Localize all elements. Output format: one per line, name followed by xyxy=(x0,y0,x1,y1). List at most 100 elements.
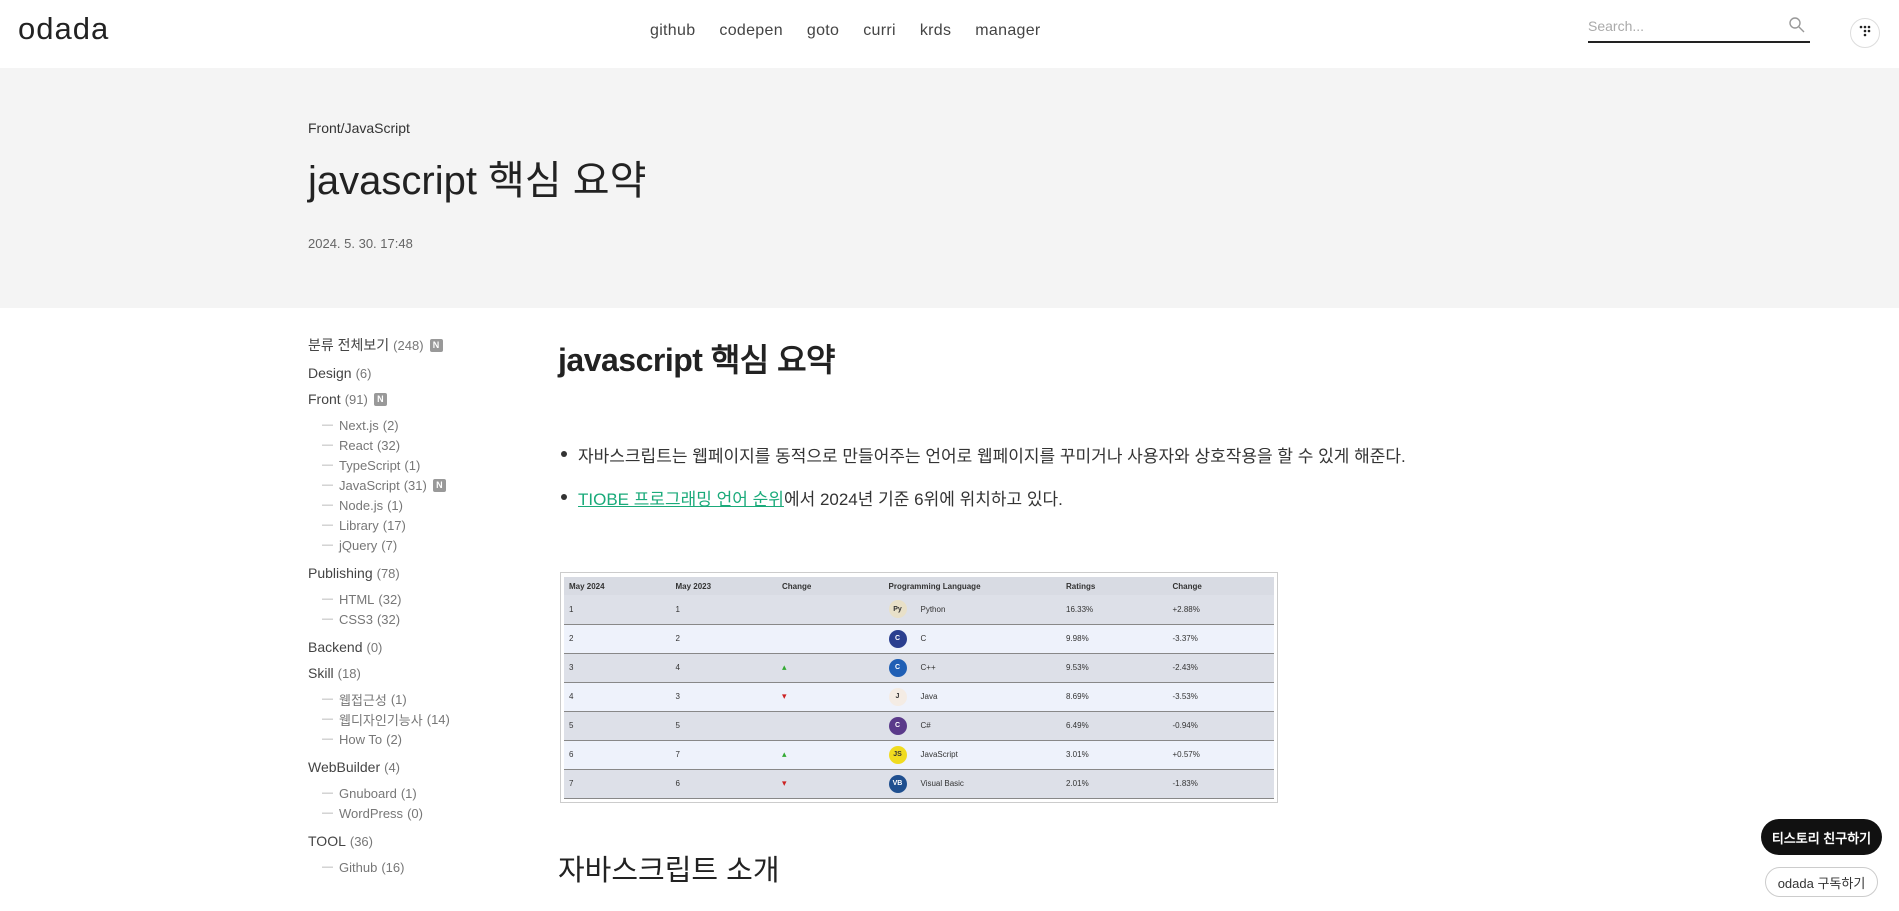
ratings-cell: 16.33% xyxy=(1061,595,1168,625)
category-link[interactable]: Design (6) xyxy=(308,365,528,381)
subcategory-label: Node.js xyxy=(339,497,384,513)
category-link[interactable]: Publishing (78) xyxy=(308,565,528,581)
subcategory-count: (2) xyxy=(386,731,403,747)
category-group: Skill (18) — 웹접근성 (1) — 웹디자인기능사 (14) — How To (2) xyxy=(308,665,528,749)
subcategory-link[interactable]: — 웹접근성 (1) xyxy=(322,689,528,709)
category-group: Backend (0) xyxy=(308,639,528,655)
tistory-friend-button[interactable]: 티스토리 친구하기 xyxy=(1761,819,1882,855)
category-link[interactable]: WebBuilder (4) xyxy=(308,759,528,775)
category-link[interactable]: Front (91) N xyxy=(308,391,528,407)
tiobe-ranking-link[interactable]: TIOBE 프로그래밍 언어 순위 xyxy=(578,490,784,509)
rank-2023-cell: 6 xyxy=(670,769,777,799)
dash-icon: — xyxy=(322,519,333,531)
nav-link-manager[interactable]: manager xyxy=(975,22,1040,40)
subscribe-button[interactable]: odada 구독하기 xyxy=(1765,867,1878,897)
category-group: Design (6) xyxy=(308,365,528,381)
category-label: TOOL xyxy=(308,833,346,849)
post-hero: Front/JavaScript javascript 핵심 요약 2024. … xyxy=(0,68,1899,308)
nav-link-goto[interactable]: goto xyxy=(807,22,839,40)
column-header: Ratings xyxy=(1061,577,1168,595)
table-row: 6 7 ▴ JS JavaScript 3.01% +0.57% xyxy=(564,740,1274,770)
nav-link-krds[interactable]: krds xyxy=(920,22,951,40)
python-icon: Py xyxy=(888,600,907,619)
subcategory-label: 웹접근성 xyxy=(339,692,387,708)
subcategory-link[interactable]: — Library (17) xyxy=(322,515,528,535)
subcategory-link[interactable]: — CSS3 (32) xyxy=(322,609,528,629)
article-content: javascript 핵심 요약 자바스크립트는 웹페이지를 동적으로 만들어주… xyxy=(558,335,1558,887)
subcategory-count: (1) xyxy=(404,457,421,473)
arrow-up-icon: ▴ xyxy=(782,662,787,672)
search-icon[interactable] xyxy=(1788,16,1806,34)
category-label: Skill xyxy=(308,665,334,681)
column-header: Programming Language xyxy=(883,577,1061,595)
column-header: May 2024 xyxy=(564,577,671,595)
rank-2023-cell: 1 xyxy=(670,595,777,625)
rank-2024-cell: 1 xyxy=(564,595,671,625)
dash-icon: — xyxy=(322,439,333,451)
subcategory-count: (31) xyxy=(403,477,427,493)
category-group: 분류 전체보기 (248) N xyxy=(308,335,528,355)
bullet-text: 에서 2024년 기준 6위에 위치하고 있다. xyxy=(783,490,1063,509)
category-link[interactable]: 분류 전체보기 (248) N xyxy=(308,335,528,355)
subcategory-label: 웹디자인기능사 xyxy=(339,712,423,728)
dash-icon: — xyxy=(322,419,333,431)
category-label: Publishing xyxy=(308,565,373,581)
subcategory-count: (0) xyxy=(407,805,423,821)
language-name: JavaScript xyxy=(920,750,958,759)
subcategory-count: (2) xyxy=(382,417,399,433)
subcategory-link[interactable]: — TypeScript (1) xyxy=(322,455,528,475)
subcategory-label: Library xyxy=(339,517,379,533)
subcategory-link[interactable]: — 웹디자인기능사 (14) xyxy=(322,709,528,729)
subcategory-link[interactable]: — JavaScript (31) N xyxy=(322,475,528,495)
dash-icon: — xyxy=(322,693,333,705)
subcategory-link[interactable]: — React (32) xyxy=(322,435,528,455)
subcategory-link[interactable]: — Next.js (2) xyxy=(322,415,528,435)
trend-cell: ▾ xyxy=(777,682,884,712)
category-group: Front (91) N — Next.js (2) — React (32) — TypeScri… xyxy=(308,391,528,555)
nav-link-curri[interactable]: curri xyxy=(863,22,896,40)
category-link[interactable]: TOOL (36) xyxy=(308,833,528,849)
ratings-cell: 6.49% xyxy=(1061,711,1168,741)
subcategory-label: How To xyxy=(339,731,383,747)
category-count: (36) xyxy=(349,833,373,849)
language-cell: CC xyxy=(883,624,1061,654)
subcategory-link[interactable]: — How To (2) xyxy=(322,729,528,749)
rank-2023-cell: 4 xyxy=(670,653,777,683)
table-row: 5 5 C C# 6.49% -0.94% xyxy=(564,711,1274,741)
subcategory-link[interactable]: — WordPress (0) xyxy=(322,803,528,823)
language-name: C# xyxy=(920,721,931,730)
subcategory-count: (32) xyxy=(376,611,401,627)
category-group: Publishing (78) — HTML (32) — CSS3 (32) xyxy=(308,565,528,629)
main-nav: github codepen goto curri krds manager xyxy=(650,22,1065,40)
subcategory-link[interactable]: — jQuery (7) xyxy=(322,535,528,555)
subcategory-label: WordPress xyxy=(339,805,404,821)
nav-link-github[interactable]: github xyxy=(650,22,695,40)
search-input[interactable] xyxy=(1588,14,1778,38)
table-row: 3 4 ▴ C C++ 9.53% -2.43% xyxy=(564,653,1274,683)
subcategory-link[interactable]: — HTML (32) xyxy=(322,589,528,609)
menu-button[interactable] xyxy=(1850,18,1880,48)
subcategory-link[interactable]: — Github (16) xyxy=(322,857,528,877)
nav-link-codepen[interactable]: codepen xyxy=(719,22,783,40)
column-header: May 2023 xyxy=(670,577,777,595)
dash-icon: — xyxy=(322,539,333,551)
change-cell: +0.57% xyxy=(1167,740,1274,770)
tiobe-table-image: May 2024 May 2023 Change Programming Lan… xyxy=(560,572,1278,803)
post-date: 2024. 5. 30. 17:48 xyxy=(308,236,413,251)
rank-2024-cell: 7 xyxy=(564,769,671,799)
rank-2023-cell: 3 xyxy=(670,682,777,712)
site-logo[interactable]: odada xyxy=(18,11,109,47)
rank-2024-cell: 5 xyxy=(564,711,671,741)
table-row: 7 6 ▾ VB Visual Basic 2.01% -1.83% xyxy=(564,769,1274,799)
subcategory-label: TypeScript xyxy=(339,457,401,473)
subcategory-link[interactable]: — Node.js (1) xyxy=(322,495,528,515)
subcategory-label: React xyxy=(339,437,373,453)
rank-2024-cell: 2 xyxy=(564,624,671,654)
subcategory-label: Gnuboard xyxy=(339,785,397,801)
category-label: Backend xyxy=(308,639,363,655)
category-count: (6) xyxy=(355,365,372,381)
category-link[interactable]: Backend (0) xyxy=(308,639,528,655)
post-category[interactable]: Front/JavaScript xyxy=(308,120,410,136)
subcategory-link[interactable]: — Gnuboard (1) xyxy=(322,783,528,803)
category-link[interactable]: Skill (18) xyxy=(308,665,528,681)
